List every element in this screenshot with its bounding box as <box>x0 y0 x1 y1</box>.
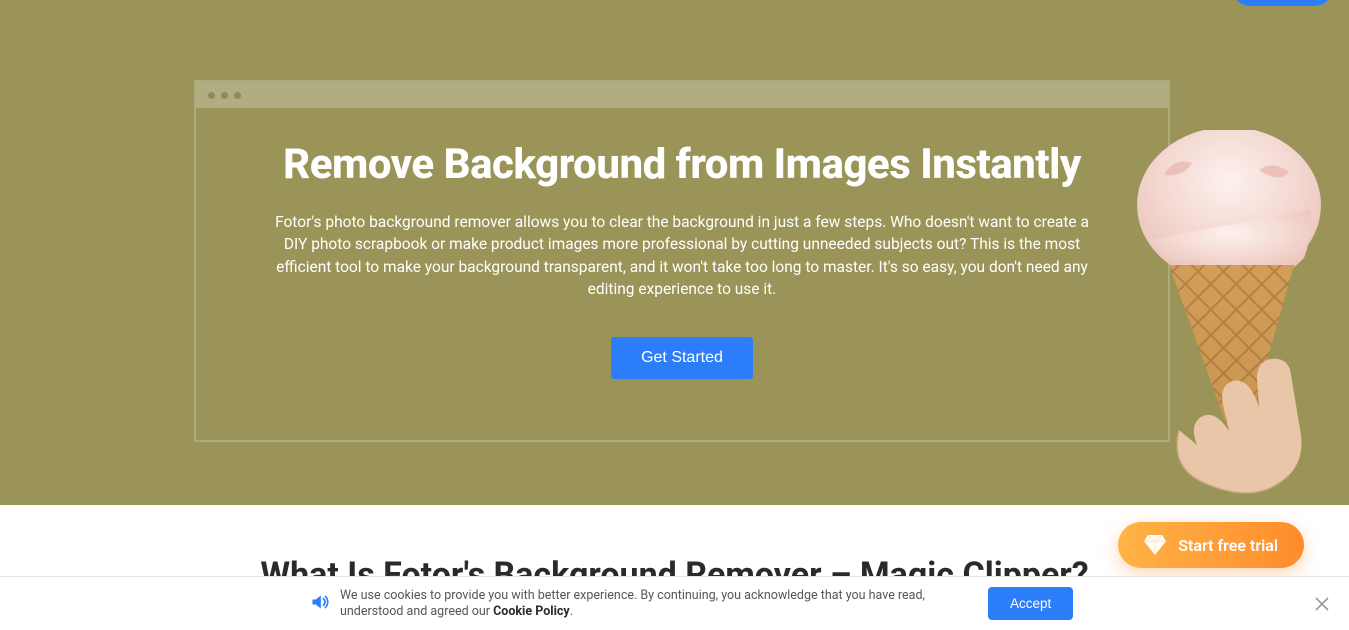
logo[interactable]: Fotor <box>16 0 80 2</box>
browser-bar-decor <box>196 82 1168 108</box>
hero-content: Remove Background from Images Instantly … <box>194 140 1170 379</box>
window-dot-icon <box>208 92 215 99</box>
icecream-image <box>1109 130 1349 505</box>
hero-title: Remove Background from Images Instantly <box>224 140 1140 189</box>
window-dot-icon <box>221 92 228 99</box>
signup-button[interactable]: Sign Up <box>1232 0 1333 6</box>
cookie-text: We use cookies to provide you with bette… <box>340 588 970 619</box>
globe-icon[interactable] <box>1188 0 1216 1</box>
trial-label: Start free trial <box>1178 536 1278 555</box>
close-icon[interactable] <box>1315 596 1331 612</box>
hero-section: Remove Background from Images Instantly … <box>0 0 1349 505</box>
header-actions: Sign Up <box>1144 0 1333 6</box>
announcement-icon <box>310 592 330 616</box>
cookie-text-prefix: We use cookies to provide you with bette… <box>340 588 925 619</box>
cookie-text-suffix: . <box>570 604 573 619</box>
get-started-button[interactable]: Get Started <box>611 337 753 379</box>
accept-button[interactable]: Accept <box>988 587 1073 620</box>
start-free-trial-button[interactable]: Start free trial <box>1118 522 1304 568</box>
cookie-policy-link[interactable]: Cookie Policy <box>493 604 570 619</box>
window-dot-icon <box>234 92 241 99</box>
cookie-banner: We use cookies to provide you with bette… <box>0 576 1349 630</box>
diamond-icon <box>1144 535 1166 555</box>
page-header: Fotor Sign Up <box>0 0 1349 12</box>
hero-description: Fotor's photo background remover allows … <box>267 211 1097 301</box>
help-icon[interactable] <box>1144 0 1172 1</box>
